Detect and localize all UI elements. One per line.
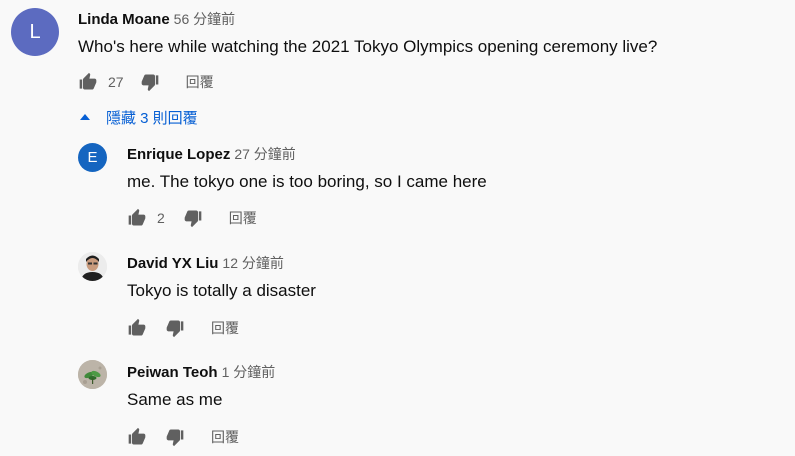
avatar-letter: L [29,20,41,43]
thumbs-up-icon[interactable] [127,208,147,228]
like-count: 27 [108,74,124,90]
like-count: 2 [157,210,165,226]
thumbs-up-icon[interactable] [78,72,98,92]
author-name[interactable]: Peiwan Teoh [127,364,218,381]
reply-comment: E Enrique Lopez 27 分鐘前 me. The tokyo one … [0,138,795,238]
comment-header: Peiwan Teoh 1 分鐘前 [127,362,275,382]
comment: L Linda Moane 56 分鐘前 Who's here while wat… [0,0,795,100]
avatar[interactable] [78,252,107,281]
comment-header: Enrique Lopez 27 分鐘前 [127,144,296,164]
plant-photo-icon [78,360,107,389]
comment-header: David YX Liu 12 分鐘前 [127,253,284,273]
avatar[interactable]: L [11,8,59,56]
comment-actions: 2 回覆 [127,206,257,230]
comment-actions: 回覆 [127,316,239,340]
reply-button[interactable]: 回覆 [186,72,214,92]
thumbs-up-icon[interactable] [127,427,147,447]
reply-button[interactable]: 回覆 [229,208,257,228]
thumbs-down-icon[interactable] [165,318,185,338]
comment-time[interactable]: 1 分鐘前 [222,364,276,380]
comment-thread: L Linda Moane 56 分鐘前 Who's here while wat… [0,0,795,456]
reply-button[interactable]: 回覆 [211,427,239,447]
comment-time[interactable]: 27 分鐘前 [234,146,295,162]
avatar[interactable] [78,360,107,389]
comment-text: me. The tokyo one is too boring, so I ca… [127,172,487,191]
comment-text: Who's here while watching the 2021 Tokyo… [78,37,658,56]
hide-replies-button[interactable]: 隱藏 3 則回覆 [80,105,198,129]
reply-comment: David YX Liu 12 分鐘前 Tokyo is totally a di… [0,247,795,347]
avatar-letter: E [87,149,98,166]
reply-button[interactable]: 回覆 [211,318,239,338]
hide-replies-label: 隱藏 3 則回覆 [106,109,198,127]
thumbs-down-icon[interactable] [165,427,185,447]
comment-time[interactable]: 12 分鐘前 [222,255,283,271]
author-name[interactable]: Linda Moane [78,11,170,28]
comment-actions: 回覆 [127,425,239,449]
person-photo-icon [78,252,107,281]
comment-actions: 27 回覆 [78,70,214,94]
caret-up-icon [80,114,90,120]
comment-text: Same as me [127,390,223,409]
comment-text: Tokyo is totally a disaster [127,281,316,300]
thumbs-up-icon[interactable] [127,318,147,338]
author-name[interactable]: David YX Liu [127,255,218,272]
comment-header: Linda Moane 56 分鐘前 [78,9,235,29]
thumbs-down-icon[interactable] [183,208,203,228]
avatar[interactable]: E [78,143,107,172]
author-name[interactable]: Enrique Lopez [127,146,230,163]
comment-time[interactable]: 56 分鐘前 [174,11,235,27]
reply-comment: Peiwan Teoh 1 分鐘前 Same as me 回覆 [0,356,795,456]
thumbs-down-icon[interactable] [140,72,160,92]
